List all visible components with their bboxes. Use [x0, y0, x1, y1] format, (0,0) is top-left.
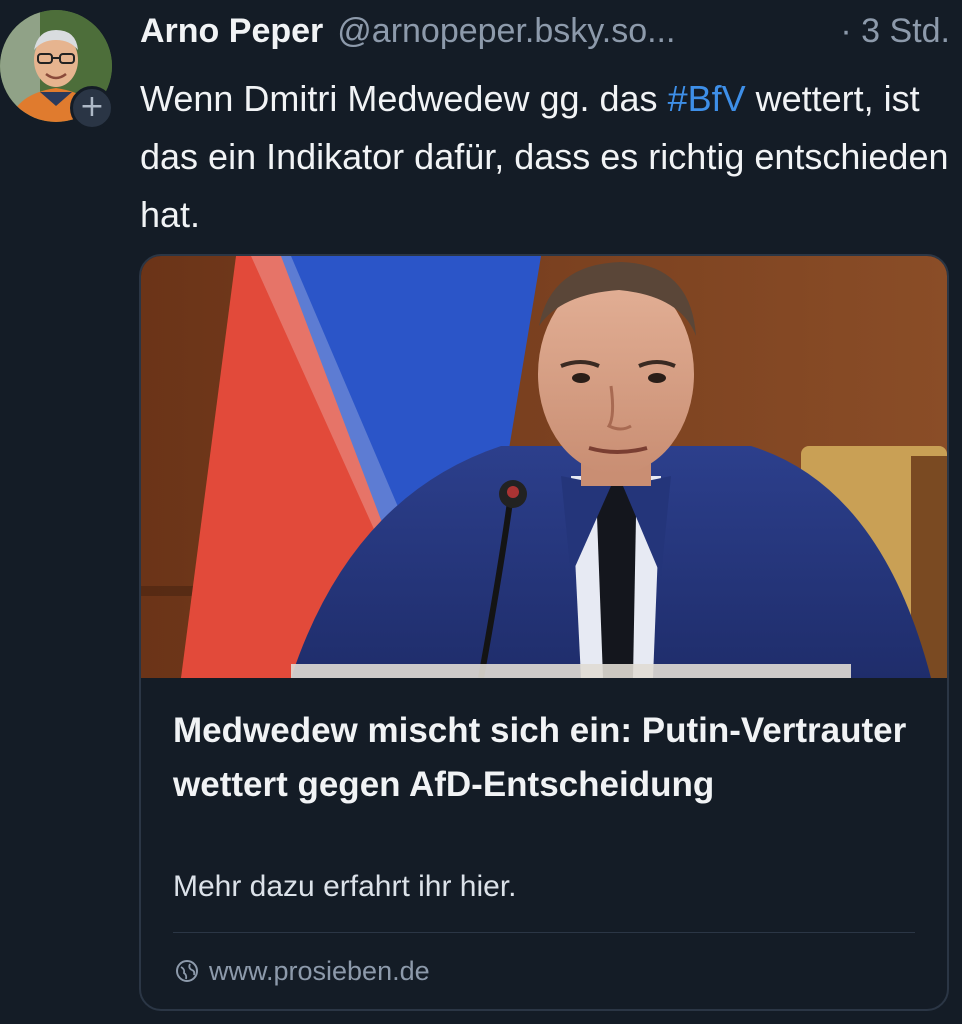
link-card-domain: www.prosieben.de — [209, 955, 430, 986]
link-card-divider — [173, 932, 915, 933]
link-card-thumbnail — [141, 256, 947, 678]
follow-plus-icon[interactable]: + — [70, 86, 114, 130]
author-name[interactable]: Arno Peper — [140, 12, 323, 51]
post-text-part1: Wenn Dmitri Medwedew gg. das — [140, 78, 668, 119]
post-timestamp[interactable]: · 3 Std. — [840, 12, 950, 51]
hashtag-link[interactable]: #BfV — [668, 78, 746, 119]
author-handle[interactable]: @arnopeper.bsky.so... — [337, 12, 675, 51]
link-card-description: Mehr dazu erfahrt ihr hier. — [173, 870, 517, 903]
post-text: Wenn Dmitri Medwedew gg. das #BfV wetter… — [140, 70, 950, 244]
link-card[interactable]: Medwedew mischt sich ein: Putin-Vertraut… — [139, 254, 949, 1011]
post-header: Arno Peper @arnopeper.bsky.so... · 3 Std… — [140, 12, 950, 58]
avatar-container[interactable]: + — [0, 10, 114, 130]
link-card-title[interactable]: Medwedew mischt sich ein: Putin-Vertraut… — [173, 704, 913, 812]
link-card-domain-row[interactable]: www.prosieben.de — [175, 953, 430, 989]
post: + Arno Peper @arnopeper.bsky.so... · 3 S… — [0, 0, 962, 1024]
globe-icon — [176, 960, 198, 982]
